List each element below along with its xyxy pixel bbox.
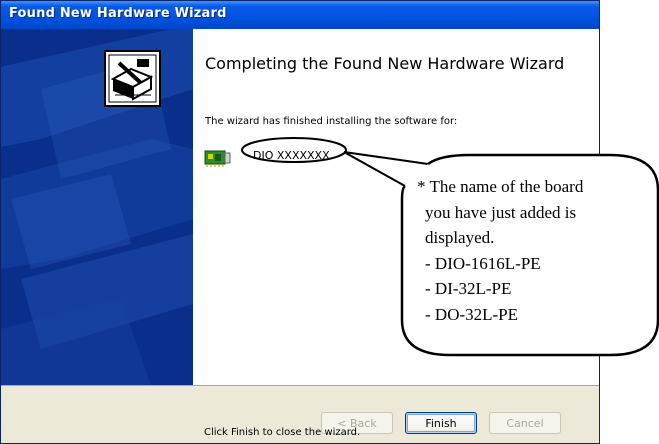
device-highlight-ellipse bbox=[241, 137, 347, 163]
annotation-callout-text: * The name of the board you have just ad… bbox=[417, 174, 657, 327]
annotation-line: * The name of the board bbox=[417, 177, 584, 196]
annotation-line: - DIO-1616L-PE bbox=[425, 253, 541, 273]
annotation-line: - DI-32L-PE bbox=[425, 279, 512, 298]
annotation-line: you have just added is bbox=[425, 202, 577, 222]
annotation-line: displayed. bbox=[425, 228, 495, 247]
annotation-line: - DO-32L-PE bbox=[425, 304, 519, 324]
